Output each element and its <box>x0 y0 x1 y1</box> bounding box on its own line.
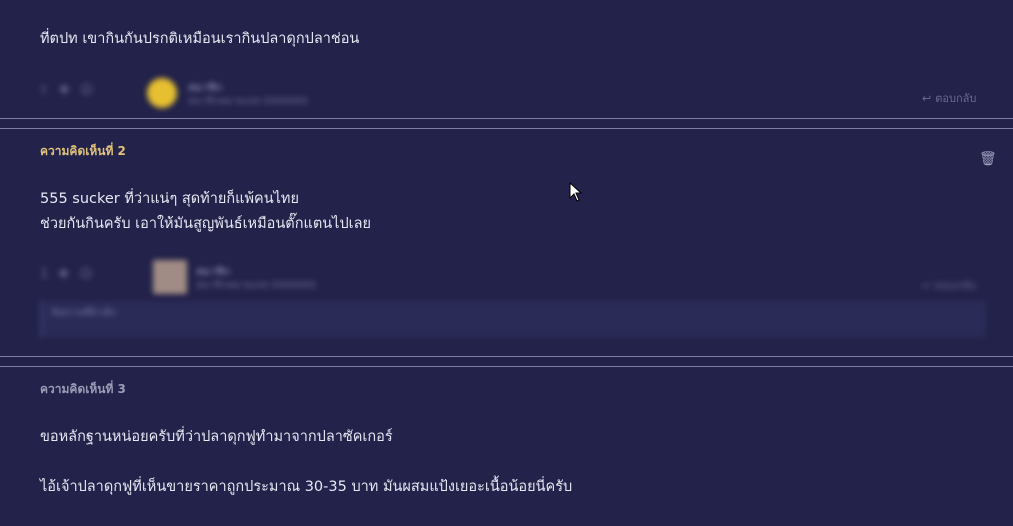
reply-label: ตอบกลับ <box>935 92 977 105</box>
vote-up-icon[interactable]: ⇧ <box>38 83 49 98</box>
reply-button[interactable]: ↩ ตอบกลับ <box>922 276 976 294</box>
comment-3-line-1: ขอหลักฐานหน่อยครับที่ว่าปลาดุกฟูทำมาจากป… <box>40 429 393 445</box>
vote-add-icon[interactable]: ✚ <box>59 83 70 98</box>
divider <box>0 118 1013 119</box>
mouse-cursor-icon <box>569 182 583 202</box>
comment-3-label: ความคิดเห็นที่ 3 <box>40 382 126 396</box>
divider <box>0 356 1013 357</box>
comment-2-line-1: 555 sucker ที่ว่าแน่ๆ สุดท้ายก็แพ้คนไทย <box>40 191 299 207</box>
avatar[interactable] <box>147 78 177 108</box>
vote-controls[interactable]: 1 ✚ ☺ <box>40 267 93 282</box>
reply-icon: ↩ <box>922 278 932 292</box>
reply-label: ตอบกลับ <box>935 279 977 292</box>
comment-2-label: ความคิดเห็นที่ 2 <box>40 144 126 158</box>
vote-count: 1 <box>40 267 49 282</box>
user-meta: สมาชิกหมายเลข 0000000 <box>196 280 316 291</box>
vote-react-icon[interactable]: ☺ <box>80 83 94 98</box>
reply-icon: ↩ <box>922 91 932 105</box>
user-meta: สมาชิกหมายเลข 0000000 <box>188 96 308 107</box>
vote-controls[interactable]: ⇧ ✚ ☺ <box>38 83 93 98</box>
comment-2-line-2: ช่วยกันกินครับ เอาให้มันสูญพันธ์เหมือนตั… <box>40 216 372 232</box>
comment-1-text: ที่ตปท เขากินกันปรกติเหมือนเรากินปลาดุกป… <box>40 31 360 47</box>
comment-2: ความคิดเห็นที่ 2 🗑 555 sucker ที่ว่าแน่ๆ… <box>0 129 1013 356</box>
reply-button[interactable]: ↩ ตอบกลับ <box>922 89 976 107</box>
vote-react-icon[interactable]: ☺ <box>79 267 93 282</box>
vote-add-icon[interactable]: ✚ <box>58 267 69 282</box>
comment-1: ที่ตปท เขากินกันปรกติเหมือนเรากินปลาดุกป… <box>0 0 1013 118</box>
comment-3: ความคิดเห็นที่ 3 ขอหลักฐานหน่อยครับที่ว่… <box>0 367 1013 526</box>
comment-3-line-2: ไอ้เจ้าปลาดุกฟูที่เห็นขายราคาถูกประมาณ 3… <box>40 479 573 495</box>
delete-icon[interactable]: 🗑 <box>979 151 997 167</box>
avatar[interactable] <box>153 260 187 294</box>
quoted-reply: ข้อความที่อ้างอิง <box>40 301 986 337</box>
